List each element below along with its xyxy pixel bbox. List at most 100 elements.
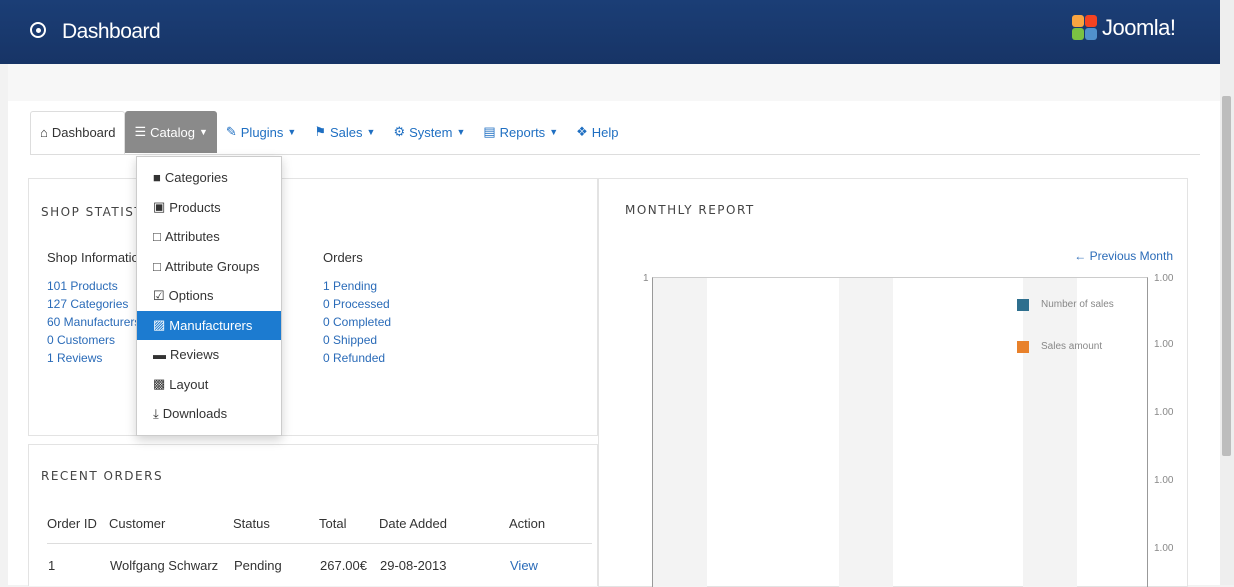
folder-icon: ■ (153, 170, 161, 186)
orders-header: Orders (323, 250, 363, 265)
joomla-logo-icon (1070, 14, 1100, 42)
legend-label-sales-amount: Sales amount (1041, 341, 1103, 352)
briefcase-icon: ▩ (153, 376, 166, 392)
column-customer: Customer (109, 503, 233, 544)
main-nav: ⌂ Dashboard ☰ Catalog ▼ ✎ Plugins ▼ ⚑ Sa… (30, 110, 628, 154)
menu-item-products[interactable]: ▣ Products (137, 193, 281, 223)
order-id-cell: 1 (48, 557, 56, 573)
menu-item-label: Manufacturers (169, 317, 253, 333)
nav-catalog-label: Catalog (150, 124, 195, 140)
table-header-row: Order ID Customer Status Total Date Adde… (47, 503, 592, 544)
nav-system-label: System (409, 124, 453, 140)
menu-item-label: Products (169, 199, 221, 215)
table-row: 1 Wolfgang Schwarz Pending 267.00€ 29-08… (47, 544, 592, 587)
total-cell: 267.00€ (320, 557, 367, 573)
orders-refunded-link[interactable]: 0 Refunded (323, 349, 391, 367)
home-icon: ⌂ (40, 125, 48, 140)
menu-item-label: Attributes (164, 229, 220, 245)
view-order-link[interactable]: View (509, 544, 592, 587)
nav-plugins[interactable]: ✎ Plugins ▼ (217, 111, 305, 153)
catalog-dropdown-menu: ■ Categories ▣ Products □ Attributes □ A… (136, 156, 282, 436)
chevron-down-icon: ▼ (456, 127, 466, 137)
menu-item-label: Layout (169, 376, 209, 392)
orders-column: Orders 1 Pending 0 Processed 0 Completed… (323, 249, 391, 367)
monthly-report-title: MONTHLY REPORT (625, 203, 755, 217)
orders-processed-link[interactable]: 0 Processed (323, 295, 391, 313)
menu-item-attribute-groups[interactable]: □ Attribute Groups (137, 252, 281, 282)
wrench-icon: ✎ (225, 124, 237, 139)
chevron-down-icon: ▼ (198, 127, 208, 137)
right-axis-tick: 1.00 (1154, 407, 1174, 418)
nav-help-label: Help (591, 124, 619, 140)
menu-item-label: Options (168, 288, 214, 304)
box-icon: ▣ (153, 199, 166, 215)
nav-plugins-label: Plugins (240, 124, 284, 140)
joomla-logo[interactable]: Joomla! (1070, 14, 1176, 42)
status-cell: Pending (234, 557, 282, 573)
legend-swatch-sales-amount (1017, 341, 1029, 353)
nav-sales-label: Sales (329, 124, 363, 140)
bank-icon: ⚑ (314, 124, 326, 139)
shop-info-reviews-link[interactable]: 1 Reviews (47, 349, 146, 367)
menu-item-attributes[interactable]: □ Attributes (137, 222, 281, 252)
truck-icon: ▨ (153, 317, 166, 333)
shop-info-categories-link[interactable]: 127 Categories (47, 295, 146, 313)
chevron-down-icon: ▼ (366, 127, 376, 137)
dashboard-icon (30, 22, 46, 38)
shop-info-customers-link[interactable]: 0 Customers (47, 331, 146, 349)
monthly-report-panel: MONTHLY REPORT ← Previous Month 1 Number… (598, 178, 1188, 587)
menu-item-label: Attribute Groups (164, 258, 260, 274)
recent-orders-table: Order ID Customer Status Total Date Adde… (47, 503, 592, 586)
chart-band (839, 278, 893, 587)
column-total: Total (319, 503, 379, 544)
shop-info-products-link[interactable]: 101 Products (47, 277, 146, 295)
menu-item-categories[interactable]: ■ Categories (137, 163, 281, 193)
menu-item-label: Categories (164, 170, 228, 186)
attribute-group-icon: □ (153, 258, 161, 274)
vertical-scrollbar[interactable] (1220, 0, 1234, 585)
recent-orders-panel: RECENT ORDERS Order ID Customer Status T… (28, 444, 598, 586)
shop-info-manufacturers-link[interactable]: 60 Manufacturers (47, 313, 146, 331)
right-axis-tick: 1.00 (1154, 475, 1174, 486)
column-order-id: Order ID (47, 503, 109, 544)
legend-swatch-sales-count (1017, 299, 1029, 311)
legend-item: Sales amount (1017, 340, 1114, 354)
nav-reports[interactable]: ▤ Reports ▼ (474, 111, 567, 153)
menu-item-label: Downloads (162, 406, 228, 422)
checkbox-icon: ☑ (153, 287, 165, 303)
column-action: Action (509, 503, 592, 544)
nav-help[interactable]: ❖ Help (567, 111, 627, 153)
help-icon: ❖ (576, 124, 588, 139)
list-icon: ☰ (134, 124, 147, 139)
menu-item-downloads[interactable]: ⤓ Downloads (137, 399, 281, 429)
column-status: Status (233, 503, 319, 544)
previous-month-link[interactable]: ← Previous Month (1074, 249, 1173, 263)
menu-item-layout[interactable]: ▩ Layout (137, 370, 281, 400)
orders-shipped-link[interactable]: 0 Shipped (323, 331, 391, 349)
nav-dashboard[interactable]: ⌂ Dashboard (30, 110, 126, 154)
left-axis-tick: 1 (643, 273, 649, 284)
page-title: Dashboard (62, 20, 161, 43)
comment-icon: ▬ (153, 347, 166, 363)
orders-completed-link[interactable]: 0 Completed (323, 313, 391, 331)
chevron-down-icon: ▼ (549, 127, 559, 137)
column-date-added: Date Added (379, 503, 509, 544)
orders-pending-link[interactable]: 1 Pending (323, 277, 391, 295)
shop-statistics-panel: SHOP STATISTICS Shop Information 101 Pro… (28, 178, 598, 436)
nav-sales[interactable]: ⚑ Sales ▼ (305, 111, 384, 153)
menu-item-reviews[interactable]: ▬ Reviews (137, 340, 281, 370)
scrollbar-thumb[interactable] (1222, 96, 1231, 456)
report-icon: ▤ (483, 124, 496, 139)
date-added-cell: 29-08-2013 (380, 557, 447, 573)
menu-item-manufacturers[interactable]: ▨ Manufacturers (137, 310, 281, 340)
nav-system[interactable]: ⚙ System ▼ (384, 111, 474, 153)
download-icon: ⤓ (153, 405, 159, 421)
right-axis-tick: 1.00 (1154, 273, 1174, 284)
chevron-down-icon: ▼ (287, 127, 297, 137)
shop-info-header: Shop Information (47, 250, 147, 265)
menu-item-options[interactable]: ☑ Options (137, 281, 281, 311)
legend-item: Number of sales (1017, 298, 1114, 312)
joomla-logo-text: Joomla! (1102, 15, 1176, 40)
toolbar (8, 64, 1220, 102)
nav-catalog[interactable]: ☰ Catalog ▼ (125, 111, 217, 153)
